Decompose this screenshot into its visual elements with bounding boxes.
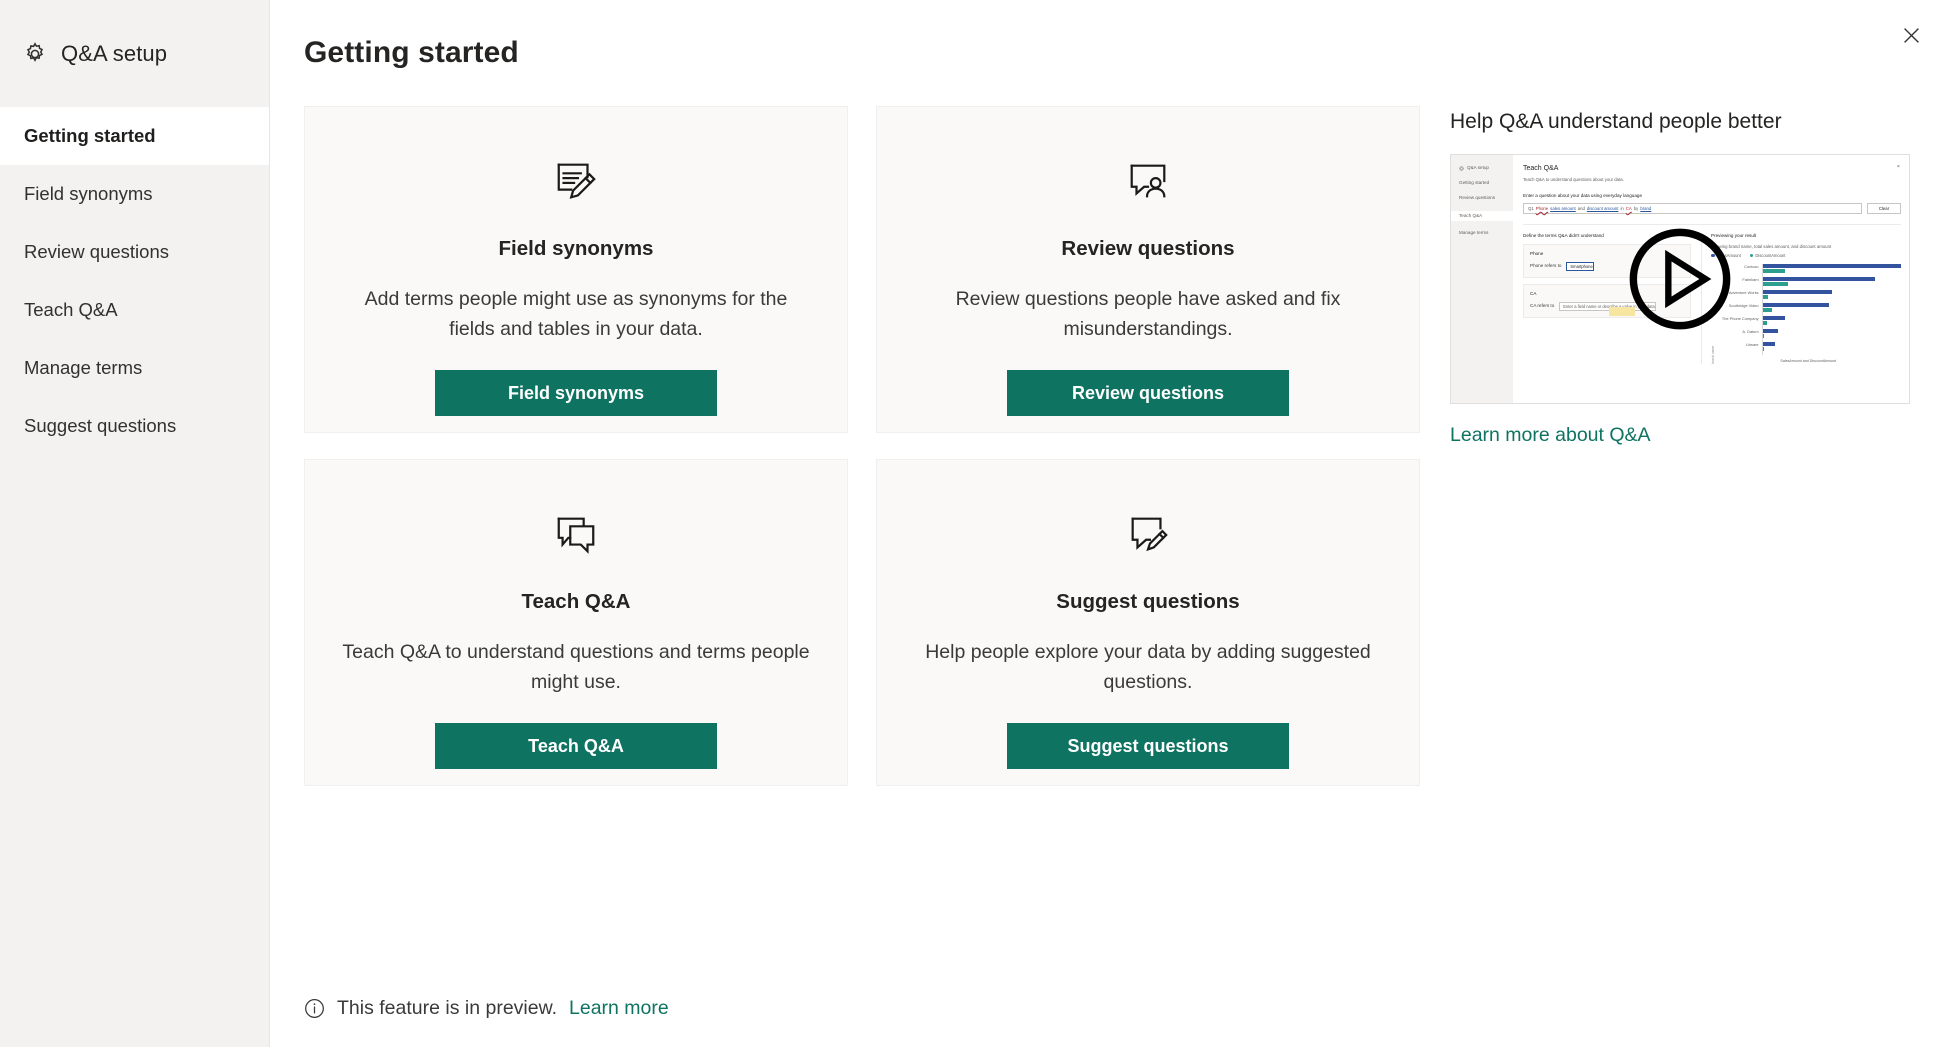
thumbnail-heading: Teach Q&A <box>1523 165 1559 172</box>
thumbnail-query-unknown-term: Phone <box>1535 206 1549 212</box>
card-description: Help people explore your data by adding … <box>925 641 1371 693</box>
bar-group <box>1762 276 1901 286</box>
sidebar-item-review-questions[interactable]: Review questions <box>0 223 269 281</box>
sidebar-item-label: Review questions <box>24 241 169 262</box>
content-area: Field synonyms Add terms people might us… <box>304 106 1946 786</box>
double-comment-icon <box>553 504 599 564</box>
info-circle-icon <box>304 998 325 1019</box>
thumbnail-subheading: Teach Q&A to understand questions about … <box>1523 177 1624 183</box>
cards-grid: Field synonyms Add terms people might us… <box>304 106 1420 786</box>
thumbnail-term-value: Smartphone <box>1566 261 1594 271</box>
comment-edit-icon <box>1125 504 1171 564</box>
thumbnail-sidebar-title-label: Q&A setup <box>1467 165 1489 170</box>
thumbnail-bar-chart: brand name Contoso Fabrikam Adventure Wo… <box>1711 263 1901 364</box>
sidebar-item-label: Field synonyms <box>24 183 153 204</box>
thumbnail-sidebar-item: Getting started <box>1459 180 1490 186</box>
help-panel: Help Q&A understand people better Q&A se… <box>1450 106 1910 786</box>
thumbnail-term-refers-label: Phone refers to <box>1530 263 1562 269</box>
sidebar-title: Q&A setup <box>61 40 168 66</box>
thumbnail-result-sub: Showing brand name, total sales amount, … <box>1711 243 1832 249</box>
suggest-questions-button[interactable]: Suggest questions <box>1007 723 1289 770</box>
sidebar: Q&A setup Getting started Field synonyms… <box>0 0 270 1047</box>
thumbnail-sidebar-title: Q&A setup <box>1459 165 1513 171</box>
help-panel-title: Help Q&A understand people better <box>1450 110 1782 133</box>
comment-person-icon <box>1125 151 1171 211</box>
sidebar-item-label: Getting started <box>24 125 156 146</box>
gear-icon <box>22 41 48 67</box>
sidebar-item-label: Suggest questions <box>24 415 177 436</box>
card-field-synonyms[interactable]: Field synonyms Add terms people might us… <box>304 106 848 433</box>
sidebar-item-field-synonyms[interactable]: Field synonyms <box>0 165 269 223</box>
bar-group <box>1762 315 1901 325</box>
sidebar-item-teach-qa[interactable]: Teach Q&A <box>0 281 269 339</box>
card-review-questions[interactable]: Review questions Review questions people… <box>876 106 1420 433</box>
play-icon[interactable] <box>1627 226 1733 332</box>
card-description: Add terms people might use as synonyms f… <box>364 288 788 340</box>
thumbnail-query-field-2: discount amount <box>1586 206 1619 212</box>
sidebar-item-manage-terms[interactable]: Manage terms <box>0 339 269 397</box>
learn-more-about-qa-link[interactable]: Learn more about Q&A <box>1450 424 1651 447</box>
learn-more-link[interactable]: Learn more <box>569 997 669 1020</box>
main-content: Getting started Field synonyms Add terms… <box>270 0 1946 1047</box>
thumbnail-query-row: Q1 Phone sales amount and discount amoun… <box>1523 203 1901 215</box>
bar-group <box>1762 302 1901 312</box>
preview-footer: This feature is in preview. Learn more <box>304 997 669 1020</box>
review-questions-button[interactable]: Review questions <box>1007 370 1289 417</box>
thumbnail-query-tail: in <box>1620 206 1624 212</box>
card-title: Teach Q&A <box>521 590 631 613</box>
sidebar-item-suggest-questions[interactable]: Suggest questions <box>0 397 269 455</box>
card-suggest-questions[interactable]: Suggest questions Help people explore yo… <box>876 459 1420 786</box>
thumbnail-query-mid: and <box>1577 206 1585 212</box>
card-description: Review questions people have asked and f… <box>955 288 1341 340</box>
thumbnail-result-title: Previewing your result <box>1711 233 1757 239</box>
thumbnail-sidebar-item-selected: Teach Q&A <box>1451 210 1513 221</box>
close-button[interactable] <box>1890 14 1932 56</box>
qa-setup-dialog: Q&A setup Getting started Field synonyms… <box>0 0 1946 1047</box>
thumbnail-query-prefix: Q1 <box>1528 206 1534 212</box>
thumbnail-query-input: Q1 Phone sales amount and discount amoun… <box>1523 203 1862 215</box>
bar-group <box>1762 328 1901 338</box>
card-title: Review questions <box>1061 237 1235 260</box>
card-teach-qa[interactable]: Teach Q&A Teach Q&A to understand questi… <box>304 459 848 786</box>
thumbnail-clear-button: Clear <box>1867 203 1901 215</box>
thumbnail-chart-xlabel: SalesAmount and DiscountAmount <box>1780 358 1837 363</box>
card-title: Field synonyms <box>498 237 654 260</box>
thumbnail-prompt-label: Enter a question about your data using e… <box>1523 193 1643 199</box>
thumbnail-cat: Litware <box>1746 341 1759 347</box>
thumbnail-term-refers-label-2: CA refers to <box>1530 303 1555 309</box>
field-synonyms-button[interactable]: Field synonyms <box>435 370 717 417</box>
card-title: Suggest questions <box>1056 590 1240 613</box>
card-description: Teach Q&A to understand questions and te… <box>342 641 810 693</box>
bar-group <box>1762 341 1901 351</box>
sidebar-item-label: Teach Q&A <box>24 299 118 320</box>
page-title: Getting started <box>304 36 519 69</box>
sidebar-nav: Getting started Field synonyms Review qu… <box>0 107 269 455</box>
preview-footer-text: This feature is in preview. <box>337 997 558 1019</box>
sidebar-item-getting-started[interactable]: Getting started <box>0 107 269 165</box>
thumbnail-sidebar-item: Manage terms <box>1459 229 1489 235</box>
note-edit-icon <box>553 151 599 211</box>
thumbnail-sidebar-item: Review questions <box>1459 195 1496 201</box>
thumbnail-query-unknown-term-2: CA <box>1625 206 1632 212</box>
close-icon <box>1903 27 1920 44</box>
thumbnail-query-by: by <box>1633 206 1639 212</box>
bar-group <box>1762 289 1901 299</box>
thumbnail-close-icon: × <box>1896 164 1900 170</box>
thumbnail-query-field-1: sales amount <box>1550 206 1576 212</box>
sidebar-item-label: Manage terms <box>24 357 143 378</box>
legend-entry-discount: DiscountAmount <box>1749 253 1785 259</box>
thumbnail-sidebar: Q&A setup Getting started Review questio… <box>1451 155 1513 403</box>
sidebar-header: Q&A setup <box>0 0 269 107</box>
thumbnail-query-field-3: brand <box>1640 206 1652 212</box>
thumbnail-chart-legend: SalesAmount DiscountAmount <box>1711 253 1901 259</box>
teach-qa-button[interactable]: Teach Q&A <box>435 723 717 770</box>
bar-group <box>1762 263 1901 273</box>
thumbnail-chart-bars <box>1761 263 1901 355</box>
video-thumbnail[interactable]: Q&A setup Getting started Review questio… <box>1450 154 1910 404</box>
